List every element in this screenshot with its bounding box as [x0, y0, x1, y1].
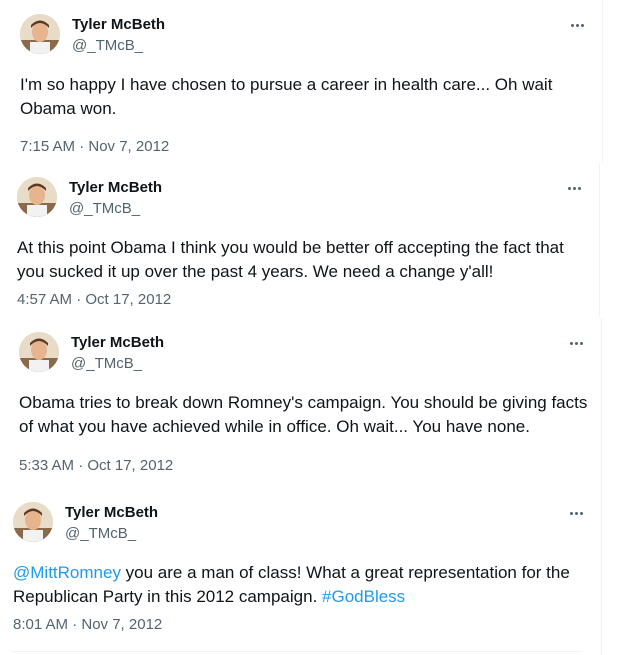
display-name[interactable]: Tyler McBeth: [71, 334, 164, 351]
display-name[interactable]: Tyler McBeth: [69, 179, 162, 196]
tweet[interactable]: Tyler McBeth @_TMcB_ I'm so happy I have…: [4, 0, 603, 162]
more-horizontal-icon[interactable]: [563, 177, 585, 199]
tweet-text: Obama tries to break down Romney's campa…: [19, 393, 588, 436]
avatar[interactable]: [17, 177, 57, 217]
tweet[interactable]: Tyler McBeth @_TMcB_ At this point Obama…: [1, 163, 600, 317]
username[interactable]: @_TMcB_: [69, 200, 140, 217]
tweet-text: At this point Obama I think you would be…: [17, 238, 564, 281]
display-name[interactable]: Tyler McBeth: [72, 16, 165, 33]
tweet[interactable]: Tyler McBeth @_TMcB_ @MittRomney you are…: [0, 488, 602, 655]
tweet-timestamp[interactable]: 7:15 AM · Nov 7, 2012: [20, 138, 169, 155]
divider: [13, 651, 581, 652]
display-name[interactable]: Tyler McBeth: [65, 504, 158, 521]
avatar[interactable]: [20, 14, 60, 54]
more-horizontal-icon[interactable]: [565, 332, 587, 354]
avatar[interactable]: [19, 332, 59, 372]
username[interactable]: @_TMcB_: [65, 525, 136, 542]
tweet-timestamp[interactable]: 8:01 AM · Nov 7, 2012: [13, 616, 162, 633]
tweet-timestamp[interactable]: 4:57 AM · Oct 17, 2012: [17, 291, 171, 308]
mention-link[interactable]: @MittRomney: [13, 563, 121, 582]
more-horizontal-icon[interactable]: [565, 502, 587, 524]
tweet-text: @MittRomney you are a man of class! What…: [13, 561, 583, 609]
tweet[interactable]: Tyler McBeth @_TMcB_ Obama tries to brea…: [3, 318, 602, 488]
tweet-text: I'm so happy I have chosen to pursue a c…: [20, 75, 553, 118]
username[interactable]: @_TMcB_: [72, 37, 143, 54]
more-horizontal-icon[interactable]: [566, 14, 588, 36]
username[interactable]: @_TMcB_: [71, 355, 142, 372]
tweet-timestamp[interactable]: 5:33 AM · Oct 17, 2012: [19, 457, 173, 474]
avatar[interactable]: [13, 502, 53, 542]
hashtag-link[interactable]: #GodBless: [322, 587, 405, 606]
